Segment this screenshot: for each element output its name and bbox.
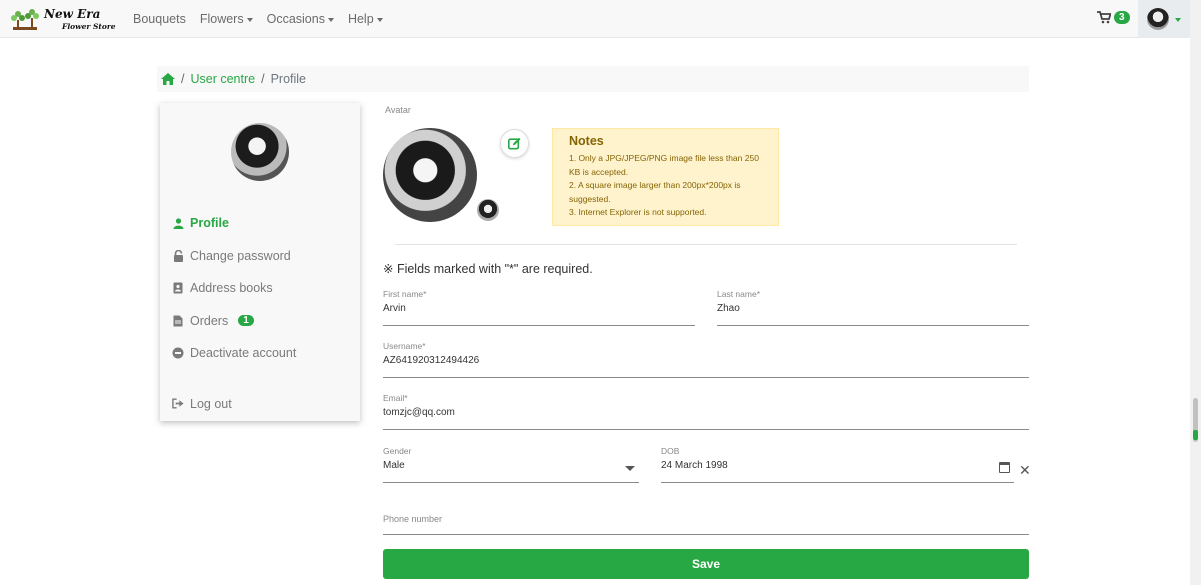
breadcrumb: / User centre / Profile <box>157 66 1029 92</box>
nav-occasions[interactable]: Occasions <box>267 12 334 26</box>
first-name-field[interactable]: First name* Arvin <box>383 289 695 326</box>
dob-field[interactable]: DOB 24 March 1998 <box>661 446 1014 483</box>
notes-line: 2. A square image larger than 200px*200p… <box>569 180 741 204</box>
breadcrumb-profile: Profile <box>270 72 307 86</box>
edit-avatar-button[interactable] <box>500 129 529 158</box>
notes-line: 3. Internet Explorer is not supported. <box>569 207 707 217</box>
gender-value[interactable]: Male <box>383 460 405 471</box>
notes-line: 1. Only a JPG/JPEG/PNG image file less t… <box>569 153 759 177</box>
sign-out-icon <box>172 398 184 410</box>
sidebar-item-log-out[interactable]: Log out <box>172 388 352 421</box>
shopping-cart-icon <box>1097 11 1111 24</box>
sidebar-item-deactivate-account[interactable]: Deactivate account <box>172 337 352 370</box>
lock-icon <box>172 249 184 262</box>
caret-down-icon <box>1175 18 1181 22</box>
notes-alert: Notes 1. Only a JPG/JPEG/PNG image file … <box>552 128 779 226</box>
gender-select[interactable]: Gender Male <box>383 446 639 483</box>
user-avatar <box>1147 8 1169 30</box>
first-name-label: First name* <box>383 289 427 299</box>
sidebar-item-address-books[interactable]: Address books <box>172 272 352 305</box>
email-value[interactable]: tomzjc@qq.com <box>383 407 455 418</box>
home-icon[interactable] <box>161 73 175 85</box>
scrollbar-marker <box>1193 430 1198 440</box>
last-name-field[interactable]: Last name* Zhao <box>717 289 1029 326</box>
sidebar-avatar <box>231 123 289 181</box>
nav-flowers[interactable]: Flowers <box>200 12 253 26</box>
username-field[interactable]: Username* AZ641920312494426 <box>383 341 1029 378</box>
cart-button[interactable]: 3 <box>1097 11 1130 24</box>
first-name-value[interactable]: Arvin <box>383 303 406 314</box>
avatar-preview-large <box>383 128 477 222</box>
email-field[interactable]: Email* tomzjc@qq.com <box>383 393 1029 430</box>
dropdown-arrow-icon[interactable] <box>625 466 635 471</box>
last-name-value[interactable]: Zhao <box>717 303 740 314</box>
username-value[interactable]: AZ641920312494426 <box>383 355 479 366</box>
sidebar-item-profile[interactable]: Profile <box>172 207 352 240</box>
nav-bouquets[interactable]: Bouquets <box>133 12 186 26</box>
main-nav: Bouquets Flowers Occasions Help <box>133 12 383 26</box>
sidebar-menu: Profile Change password Address books Or… <box>172 207 352 420</box>
avatar-label: Avatar <box>385 105 411 115</box>
dob-label: DOB <box>661 446 680 456</box>
breadcrumb-user-centre[interactable]: User centre <box>190 72 255 86</box>
top-navbar: New Era Flower Store Bouquets Flowers Oc… <box>0 0 1190 38</box>
gender-label: Gender <box>383 446 412 456</box>
notes-title: Notes <box>569 134 604 148</box>
caret-down-icon <box>376 18 383 22</box>
sidebar-item-change-password[interactable]: Change password <box>172 240 352 273</box>
avatar-preview-small <box>477 199 499 221</box>
document-icon <box>172 315 184 327</box>
edit-icon <box>508 137 521 150</box>
phone-number-label: Phone number <box>383 514 443 524</box>
section-divider <box>395 244 1017 245</box>
flower-logo-icon <box>11 9 39 30</box>
address-book-icon <box>172 282 184 294</box>
brand-subtitle: Flower Store <box>62 22 116 31</box>
clear-dob-icon[interactable]: ✕ <box>1019 462 1031 479</box>
user-icon <box>172 217 184 229</box>
profile-sidebar: Profile Change password Address books Or… <box>160 103 360 421</box>
required-fields-note: ※ Fields marked with "*" are required. <box>383 262 593 276</box>
calendar-icon[interactable] <box>999 462 1010 473</box>
brand-name: New Era <box>44 7 101 21</box>
brand-logo[interactable]: New Era Flower Store <box>10 4 120 34</box>
orders-count-badge: 1 <box>238 315 254 327</box>
caret-down-icon <box>327 18 334 22</box>
caret-down-icon <box>246 18 253 22</box>
minus-circle-icon <box>172 347 184 359</box>
sidebar-item-orders[interactable]: Orders 1 <box>172 305 352 338</box>
cart-count-badge: 3 <box>1114 11 1130 24</box>
save-button[interactable]: Save <box>383 549 1029 579</box>
username-label: Username* <box>383 341 426 351</box>
user-menu-toggle[interactable] <box>1138 0 1190 38</box>
nav-help[interactable]: Help <box>348 12 383 26</box>
page-scrollbar[interactable] <box>1190 0 1201 585</box>
dob-value[interactable]: 24 March 1998 <box>661 460 728 471</box>
last-name-label: Last name* <box>717 289 760 299</box>
phone-number-field[interactable]: Phone number <box>383 498 1029 535</box>
email-label: Email* <box>383 393 408 403</box>
